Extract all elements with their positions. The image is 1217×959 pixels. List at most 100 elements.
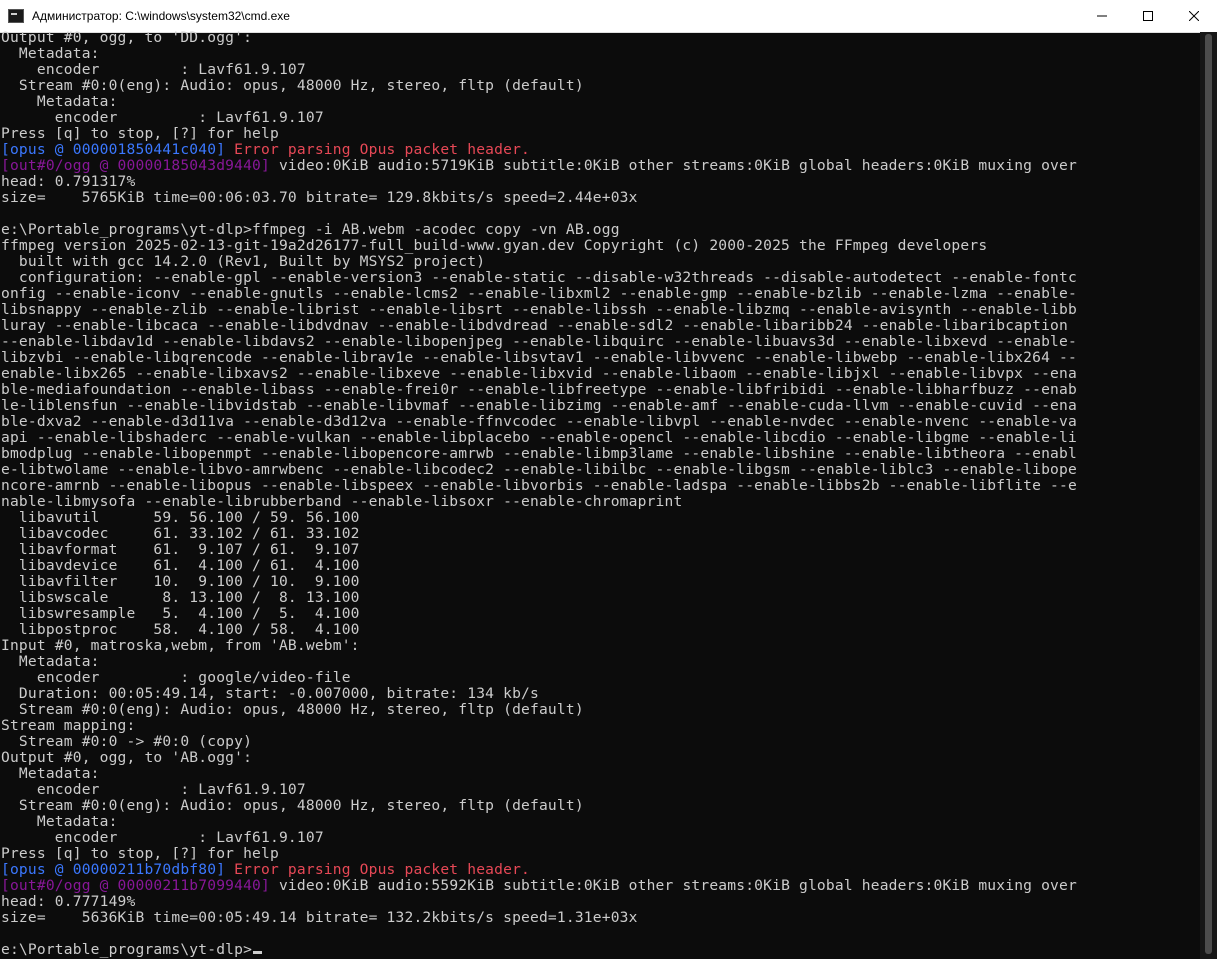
log-source-tag: [out#0/ogg @ 00000185043d9440] <box>1 157 270 174</box>
line-text: ffmpeg version 2025-02-13-git-19a2d26177… <box>1 237 988 254</box>
log-source-tag: [out#0/ogg @ 00000211b7099440] <box>1 877 270 894</box>
line-text: api --enable-libshaderc --enable-vulkan … <box>1 429 1077 446</box>
console-line: encoder : Lavf61.9.107 <box>1 782 1200 798</box>
console-line: libavformat 61. 9.107 / 61. 9.107 <box>1 542 1200 558</box>
console-line: Metadata: <box>1 94 1200 110</box>
console-line: ncore-amrnb --enable-libopus --enable-li… <box>1 478 1200 494</box>
console-line: encoder : Lavf61.9.107 <box>1 830 1200 846</box>
console-line: Stream #0:0(eng): Audio: opus, 48000 Hz,… <box>1 78 1200 94</box>
console-line: Press [q] to stop, [?] for help <box>1 126 1200 142</box>
console-line: Press [q] to stop, [?] for help <box>1 846 1200 862</box>
title-bar[interactable]: Администратор: C:\windows\system32\cmd.e… <box>0 0 1217 33</box>
console-line: nable-libmysofa --enable-librubberband -… <box>1 494 1200 510</box>
text-cursor <box>253 951 263 954</box>
console-line: libavfilter 10. 9.100 / 10. 9.100 <box>1 574 1200 590</box>
console-line: libavcodec 61. 33.102 / 61. 33.102 <box>1 526 1200 542</box>
line-text: video:0KiB audio:5592KiB subtitle:0KiB o… <box>270 877 1077 894</box>
line-text: Stream #0:0(eng): Audio: opus, 48000 Hz,… <box>1 77 584 94</box>
line-text: Input #0, matroska,webm, from 'AB.webm': <box>1 637 360 654</box>
console-line: e:\Portable_programs\yt-dlp>ffmpeg -i AB… <box>1 222 1200 238</box>
line-text: onfig --enable-iconv --enable-gnutls --e… <box>1 285 1077 302</box>
line-text: libsnappy --enable-zlib --enable-librist… <box>1 301 1077 318</box>
console-line: bmodplug --enable-libopenmpt --enable-li… <box>1 446 1200 462</box>
line-text: Metadata: <box>1 765 100 782</box>
line-text: size= 5765KiB time=00:06:03.70 bitrate= … <box>1 189 638 206</box>
line-text: Stream mapping: <box>1 717 136 734</box>
close-button[interactable] <box>1171 0 1217 32</box>
line-text: libavcodec 61. 33.102 / 61. 33.102 <box>1 525 360 542</box>
line-text: Metadata: <box>1 93 118 110</box>
line-text: nable-libmysofa --enable-librubberband -… <box>1 493 683 510</box>
console-line: encoder : Lavf61.9.107 <box>1 62 1200 78</box>
line-text: e-libtwolame --enable-libvo-amrwbenc --e… <box>1 461 1077 478</box>
console-line: Output #0, ogg, to 'DD.ogg': <box>1 30 1200 46</box>
line-text: libswscale 8. 13.100 / 8. 13.100 <box>1 589 360 606</box>
line-text: Metadata: <box>1 653 100 670</box>
line-text: Stream #0:0(eng): Audio: opus, 48000 Hz,… <box>1 701 584 718</box>
console-line: Stream #0:0(eng): Audio: opus, 48000 Hz,… <box>1 798 1200 814</box>
console-line: [out#0/ogg @ 00000185043d9440] video:0Ki… <box>1 158 1200 174</box>
vertical-scrollbar[interactable] <box>1200 32 1217 959</box>
line-text: video:0KiB audio:5719KiB subtitle:0KiB o… <box>270 157 1077 174</box>
command-prompt: e:\Portable_programs\yt-dlp> <box>1 941 253 958</box>
line-text: ncore-amrnb --enable-libopus --enable-li… <box>1 477 1077 494</box>
line-text: libavformat 61. 9.107 / 61. 9.107 <box>1 541 360 558</box>
line-text: Metadata: <box>1 813 118 830</box>
console-line: luray --enable-libcaca --enable-libdvdna… <box>1 318 1200 334</box>
log-source-tag: [opus @ 00000211b70dbf80] <box>1 861 226 878</box>
line-text: Stream #0:0 -> #0:0 (copy) <box>1 733 253 750</box>
console-line: Stream #0:0 -> #0:0 (copy) <box>1 734 1200 750</box>
console-line: head: 0.791317% <box>1 174 1200 190</box>
console-line: Metadata: <box>1 654 1200 670</box>
console-line: libavutil 59. 56.100 / 59. 56.100 <box>1 510 1200 526</box>
line-text: encoder : google/video-file <box>1 669 351 686</box>
close-icon <box>1189 11 1199 21</box>
line-text: configuration: --enable-gpl --enable-ver… <box>1 269 1077 286</box>
console-line: encoder : google/video-file <box>1 670 1200 686</box>
console-line: Stream mapping: <box>1 718 1200 734</box>
console-line: configuration: --enable-gpl --enable-ver… <box>1 270 1200 286</box>
scrollbar-thumb[interactable] <box>1205 34 1212 954</box>
console-output[interactable]: Output #0, ogg, to 'DD.ogg': Metadata: e… <box>0 30 1200 959</box>
line-text: encoder : Lavf61.9.107 <box>1 829 324 846</box>
line-text: libpostproc 58. 4.100 / 58. 4.100 <box>1 621 360 638</box>
line-text: ble-dxva2 --enable-d3d11va --enable-d3d1… <box>1 413 1077 430</box>
line-text: Press [q] to stop, [?] for help <box>1 125 279 142</box>
maximize-button[interactable] <box>1125 0 1171 32</box>
console-line: size= 5636KiB time=00:05:49.14 bitrate= … <box>1 910 1200 926</box>
console-line: head: 0.777149% <box>1 894 1200 910</box>
console-line: libpostproc 58. 4.100 / 58. 4.100 <box>1 622 1200 638</box>
console-line: Input #0, matroska,webm, from 'AB.webm': <box>1 638 1200 654</box>
line-text: Duration: 00:05:49.14, start: -0.007000,… <box>1 685 539 702</box>
error-message: Error parsing Opus packet header. <box>225 141 531 158</box>
line-text: Stream #0:0(eng): Audio: opus, 48000 Hz,… <box>1 797 584 814</box>
line-text: Output #0, ogg, to 'AB.ogg': <box>1 749 253 766</box>
line-text: Press [q] to stop, [?] for help <box>1 845 279 862</box>
minimize-icon <box>1097 15 1107 17</box>
console-line: Output #0, ogg, to 'AB.ogg': <box>1 750 1200 766</box>
console-line: ble-dxva2 --enable-d3d11va --enable-d3d1… <box>1 414 1200 430</box>
line-text: Output #0, ogg, to 'DD.ogg': <box>1 30 253 46</box>
line-text: e:\Portable_programs\yt-dlp>ffmpeg -i AB… <box>1 221 620 238</box>
line-text: bmodplug --enable-libopenmpt --enable-li… <box>1 445 1077 462</box>
console-line: built with gcc 14.2.0 (Rev1, Built by MS… <box>1 254 1200 270</box>
maximize-icon <box>1143 11 1153 21</box>
line-text: head: 0.791317% <box>1 173 136 190</box>
line-text: libavfilter 10. 9.100 / 10. 9.100 <box>1 573 360 590</box>
console-line: --enable-libdav1d --enable-libdavs2 --en… <box>1 334 1200 350</box>
line-text: libswresample 5. 4.100 / 5. 4.100 <box>1 605 360 622</box>
window-title: Администратор: C:\windows\system32\cmd.e… <box>32 9 290 23</box>
line-text: encoder : Lavf61.9.107 <box>1 781 306 798</box>
line-text: built with gcc 14.2.0 (Rev1, Built by MS… <box>1 253 486 270</box>
console-line: [opus @ 000001850441c040] Error parsing … <box>1 142 1200 158</box>
minimize-button[interactable] <box>1079 0 1125 32</box>
line-text: size= 5636KiB time=00:05:49.14 bitrate= … <box>1 909 638 926</box>
console-line: Duration: 00:05:49.14, start: -0.007000,… <box>1 686 1200 702</box>
console-line: size= 5765KiB time=00:06:03.70 bitrate= … <box>1 190 1200 206</box>
console-line: api --enable-libshaderc --enable-vulkan … <box>1 430 1200 446</box>
console-line: enable-libx265 --enable-libxavs2 --enabl… <box>1 366 1200 382</box>
console-line: libswscale 8. 13.100 / 8. 13.100 <box>1 590 1200 606</box>
line-text: libavdevice 61. 4.100 / 61. 4.100 <box>1 557 360 574</box>
console-line: ble-mediafoundation --enable-libass --en… <box>1 382 1200 398</box>
